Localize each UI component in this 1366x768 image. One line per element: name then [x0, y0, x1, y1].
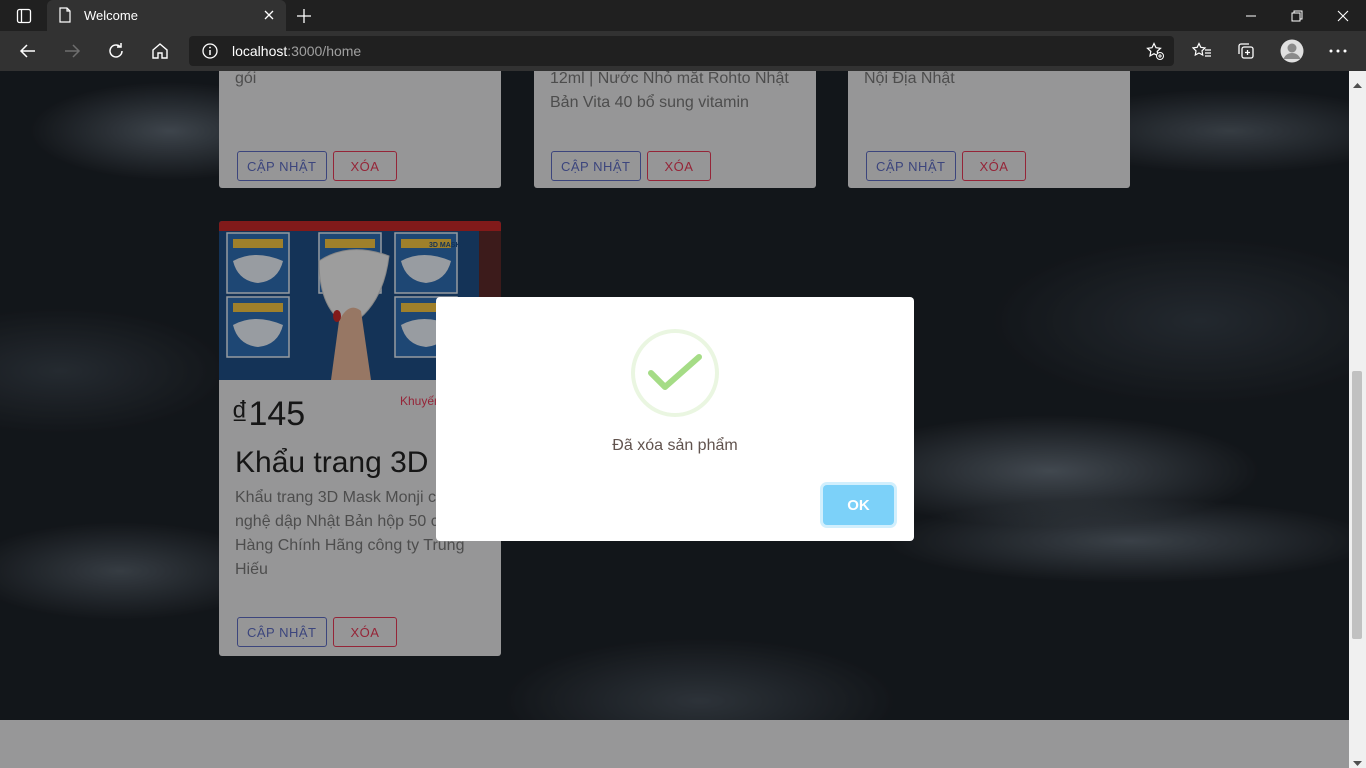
tab-actions-icon[interactable] [8, 4, 40, 28]
dialog-message: Đã xóa sản phẩm [612, 437, 738, 454]
back-icon[interactable] [12, 35, 44, 67]
collections-icon[interactable] [1230, 35, 1262, 67]
url-text: localhost:3000/home [232, 43, 362, 59]
tab-title: Welcome [84, 8, 138, 23]
minimize-icon[interactable] [1228, 0, 1274, 31]
browser-tab[interactable]: Welcome [47, 0, 286, 31]
close-window-icon[interactable] [1320, 0, 1366, 31]
site-info-icon[interactable] [202, 43, 218, 64]
page-icon [58, 7, 72, 28]
refresh-icon[interactable] [100, 35, 132, 67]
forward-icon[interactable] [56, 35, 88, 67]
home-icon[interactable] [144, 35, 176, 67]
success-check-icon [631, 329, 719, 417]
browser-toolbar: localhost:3000/home [0, 31, 1366, 71]
page-scrollbar[interactable] [1349, 71, 1366, 768]
success-dialog: Đã xóa sản phẩm OK [436, 297, 914, 541]
browser-tab-bar: Welcome [0, 0, 1366, 31]
favorites-icon[interactable] [1186, 35, 1218, 67]
close-tab-icon[interactable] [262, 8, 276, 27]
scroll-down-icon[interactable] [1353, 754, 1362, 768]
scroll-up-icon[interactable] [1353, 75, 1362, 93]
more-menu-icon[interactable] [1322, 35, 1354, 67]
profile-avatar-icon[interactable] [1276, 35, 1308, 67]
restore-icon[interactable] [1274, 0, 1320, 31]
new-tab-icon[interactable] [293, 5, 315, 27]
add-favorite-icon[interactable] [1146, 42, 1164, 65]
ok-button[interactable]: OK [823, 485, 894, 525]
address-bar[interactable]: localhost:3000/home [189, 36, 1174, 66]
scrollbar-thumb[interactable] [1352, 371, 1362, 639]
